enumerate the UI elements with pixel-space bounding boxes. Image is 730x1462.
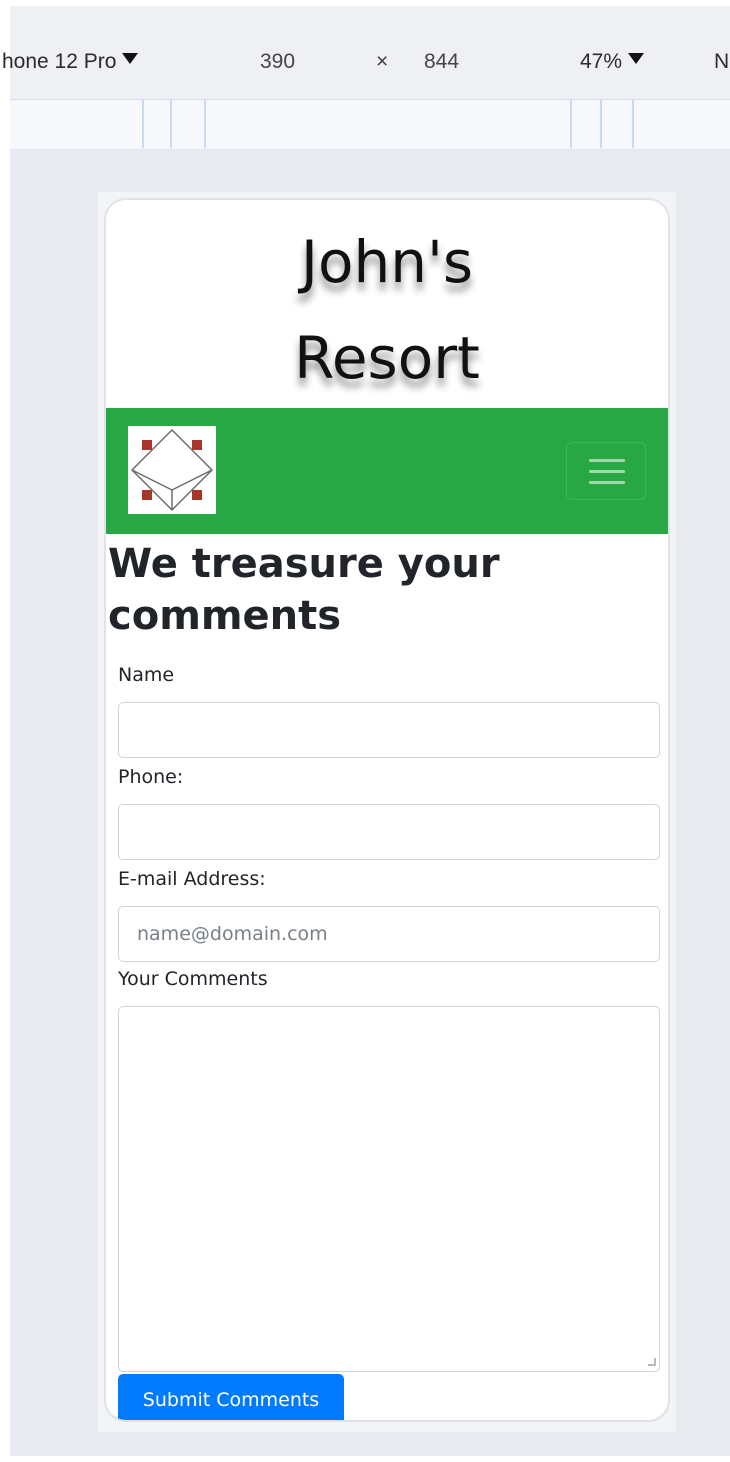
- ruler-tick: [600, 100, 602, 148]
- viewport-height-input[interactable]: 844: [424, 50, 459, 74]
- ruler-tick: [570, 100, 572, 148]
- ruler-tick: [204, 100, 206, 148]
- phone-label: Phone:: [118, 766, 184, 788]
- menu-bar: [589, 470, 625, 473]
- name-label: Name: [118, 664, 175, 686]
- cube-logo-icon[interactable]: [128, 426, 216, 514]
- dropdown-arrow-icon: [628, 53, 645, 64]
- zoom-value: 47%: [580, 50, 623, 73]
- site-title-line-2: Resort: [294, 324, 480, 392]
- navbar: [106, 408, 668, 534]
- resize-grip-icon[interactable]: [648, 1358, 656, 1366]
- phone-input[interactable]: [118, 804, 660, 860]
- hamburger-menu-icon[interactable]: [566, 442, 646, 500]
- viewport-width-input[interactable]: 390: [260, 50, 295, 74]
- devtools-device-toolbar: hone 12 Pro 390 × 844 47% N: [2, 6, 730, 100]
- zoom-select[interactable]: 47%: [580, 50, 645, 74]
- ruler-tick: [142, 100, 144, 148]
- dropdown-arrow-icon: [122, 53, 139, 64]
- ruler-tick: [632, 100, 634, 148]
- device-name: hone 12 Pro: [2, 50, 117, 73]
- dimension-separator: ×: [376, 50, 389, 73]
- menu-bar: [589, 459, 625, 462]
- email-label: E-mail Address:: [118, 868, 266, 890]
- ruler-tick: [170, 100, 172, 148]
- comments-label: Your Comments: [118, 968, 268, 990]
- page-heading: We treasure your comments: [108, 541, 500, 639]
- comments-textarea[interactable]: [118, 1006, 660, 1372]
- toolbar-next-item[interactable]: N: [714, 50, 729, 74]
- emulated-page: John's Resort We treasure your comments …: [104, 198, 670, 1422]
- device-select[interactable]: hone 12 Pro: [2, 50, 139, 74]
- site-title-line-1: John's: [300, 228, 474, 296]
- submit-comments-button[interactable]: Submit Comments: [118, 1374, 344, 1420]
- menu-bar: [589, 481, 625, 484]
- email-input[interactable]: [118, 906, 660, 962]
- media-query-ruler: [10, 100, 730, 150]
- site-title: John's Resort: [106, 214, 668, 406]
- name-input[interactable]: [118, 702, 660, 758]
